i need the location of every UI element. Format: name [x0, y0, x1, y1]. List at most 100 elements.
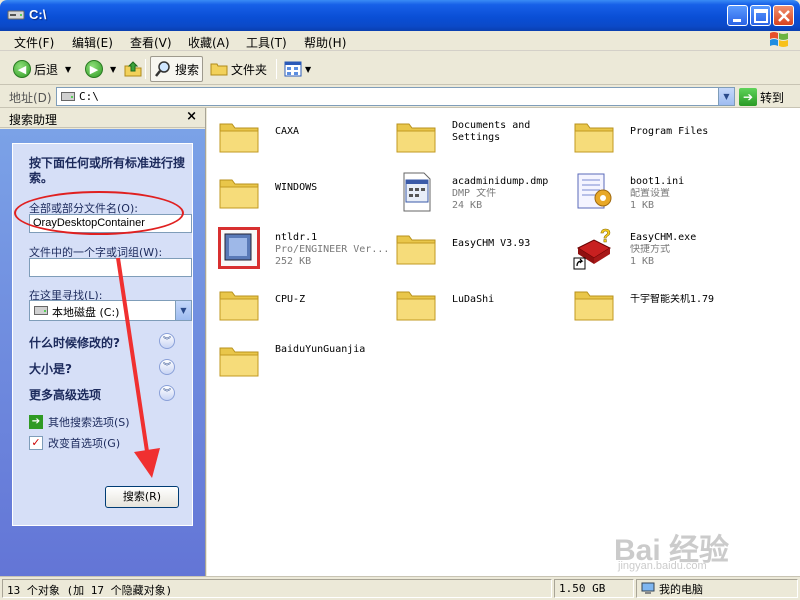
- address-value: C:\: [79, 90, 99, 103]
- file-item[interactable]: CAXA: [217, 114, 387, 162]
- views-icon: [284, 61, 302, 77]
- file-item[interactable]: LuDaShi: [394, 282, 564, 330]
- address-label: 地址(D): [9, 91, 52, 105]
- file-type: DMP 文件: [452, 188, 497, 199]
- folder-icon: [572, 282, 616, 326]
- shortcut-file-icon: ?: [572, 226, 616, 270]
- menu-edit[interactable]: 编辑(E): [72, 34, 113, 51]
- status-location: 我的电脑: [636, 579, 798, 598]
- status-size-text: 1.50 GB: [559, 582, 606, 595]
- file-item[interactable]: Program Files: [572, 114, 742, 162]
- back-dropdown-icon[interactable]: ▼: [65, 65, 71, 74]
- checkmark-icon: ✓: [29, 436, 43, 450]
- file-size: 1 KB: [630, 200, 655, 211]
- file-type: 快捷方式: [630, 244, 670, 255]
- search-pane-header: 搜索助理 ×: [0, 108, 205, 128]
- window-title: C:\: [29, 7, 47, 22]
- file-name: BaiduYunGuanjia: [275, 344, 365, 355]
- search-intro: 按下面任何或所有标准进行搜索。: [29, 156, 186, 185]
- section-advanced[interactable]: 更多高级选项: [29, 386, 101, 403]
- my-computer-icon: [641, 582, 655, 594]
- dmp-file-icon: [394, 170, 438, 214]
- title-bar[interactable]: C:\: [0, 0, 800, 31]
- up-folder-button[interactable]: [120, 56, 146, 82]
- file-details: acadminidump.dmp DMP 文件 24 KB: [452, 176, 570, 212]
- folder-icon: [210, 63, 228, 76]
- file-name: EasyCHM.exe: [630, 232, 697, 243]
- chevron-down-icon[interactable]: ▼: [175, 301, 191, 320]
- file-type: 配置设置: [630, 188, 670, 199]
- folders-label: 文件夹: [231, 62, 268, 77]
- file-item[interactable]: ntldr.1 Pro/ENGINEER Ver... 252 KB: [217, 226, 389, 274]
- menu-help[interactable]: 帮助(H): [304, 34, 346, 51]
- file-item[interactable]: 千宇智能关机1.79: [572, 282, 742, 330]
- expand-chevron-icon[interactable]: ︾: [159, 333, 175, 349]
- file-details: ntldr.1 Pro/ENGINEER Ver... 252 KB: [275, 232, 393, 268]
- menu-bar: 文件(F) 编辑(E) 查看(V) 收藏(A) 工具(T) 帮助(H): [0, 31, 800, 51]
- toolbar-separator: [145, 59, 146, 79]
- file-item[interactable]: EasyCHM V3.93: [394, 226, 564, 274]
- other-search-options-link[interactable]: ➔ 其他搜索选项(S): [29, 414, 130, 430]
- maximize-button[interactable]: [750, 5, 771, 26]
- arrow-right-icon: ➔: [29, 415, 43, 429]
- status-objects: 13 个对象 (加 17 个隐藏对象): [2, 579, 552, 598]
- svg-text:?: ?: [600, 226, 611, 246]
- file-details: boot1.ini 配置设置 1 KB: [630, 176, 748, 212]
- look-in-select[interactable]: 本地磁盘 (C:) ▼: [29, 300, 192, 321]
- windows-logo-icon: [770, 32, 788, 47]
- file-details: EasyCHM.exe 快捷方式 1 KB: [630, 232, 748, 268]
- forward-button[interactable]: ▶ ▼: [82, 56, 119, 82]
- file-name: boot1.ini: [630, 176, 685, 187]
- file-type: Pro/ENGINEER Ver...: [275, 244, 390, 255]
- folders-button[interactable]: 文件夹: [207, 56, 270, 82]
- content-input[interactable]: [29, 258, 192, 277]
- go-button[interactable]: ➔ 转到: [739, 87, 784, 107]
- forward-dropdown-icon[interactable]: ▼: [110, 65, 116, 74]
- drive-icon: [61, 92, 75, 101]
- address-input[interactable]: C:\ ▼: [56, 87, 735, 106]
- back-arrow-icon: ◀: [13, 60, 31, 78]
- file-name: ntldr.1: [275, 232, 318, 243]
- file-item[interactable]: acadminidump.dmp DMP 文件 24 KB: [394, 170, 564, 218]
- back-label: 后退: [34, 62, 59, 77]
- close-icon[interactable]: ×: [186, 109, 197, 124]
- file-name: Documents and Settings: [452, 120, 531, 143]
- forward-arrow-icon: ▶: [85, 60, 103, 78]
- file-item[interactable]: CPU-Z: [217, 282, 387, 330]
- proe-file-icon: [217, 226, 261, 270]
- file-name: acadminidump.dmp: [452, 176, 549, 187]
- menu-favorites[interactable]: 收藏(A): [188, 34, 230, 51]
- file-item[interactable]: WINDOWS: [217, 170, 387, 218]
- other-search-options-label: 其他搜索选项(S): [48, 416, 130, 429]
- folder-icon: [217, 114, 261, 158]
- search-button[interactable]: 搜索: [150, 56, 204, 82]
- menu-view[interactable]: 查看(V): [130, 34, 172, 51]
- section-size[interactable]: 大小是?: [29, 360, 72, 377]
- status-size: 1.50 GB: [554, 579, 634, 598]
- back-button[interactable]: ◀ 后退 ▼: [10, 56, 74, 82]
- file-name: 千宇智能关机1.79: [630, 294, 715, 305]
- search-pane-title: 搜索助理: [9, 113, 58, 127]
- file-item[interactable]: Documents and Settings: [394, 114, 564, 162]
- minimize-button[interactable]: [727, 5, 748, 26]
- file-item[interactable]: boot1.ini 配置设置 1 KB: [572, 170, 742, 218]
- file-size: 24 KB: [452, 200, 483, 211]
- close-button[interactable]: [773, 5, 794, 26]
- file-size: 252 KB: [275, 256, 312, 267]
- drive-icon: [7, 10, 25, 20]
- file-item[interactable]: BaiduYunGuanjia: [217, 338, 387, 386]
- address-dropdown-icon[interactable]: ▼: [718, 88, 734, 105]
- go-arrow-icon: ➔: [739, 88, 757, 106]
- start-search-button[interactable]: 搜索(R): [105, 486, 179, 508]
- file-item[interactable]: ? EasyCHM.exe 快捷方式 1 KB: [572, 226, 742, 274]
- section-when-modified[interactable]: 什么时候修改的?: [29, 334, 120, 351]
- expand-chevron-icon[interactable]: ︾: [159, 359, 175, 375]
- menu-file[interactable]: 文件(F): [14, 34, 54, 51]
- change-preferences-link[interactable]: ✓ 改变首选项(G): [29, 435, 120, 451]
- folder-icon: [394, 282, 438, 326]
- file-name: Program Files: [630, 126, 709, 137]
- menu-tools[interactable]: 工具(T): [246, 34, 287, 51]
- views-button[interactable]: ▼: [281, 56, 314, 82]
- look-in-value: 本地磁盘 (C:): [52, 306, 120, 319]
- expand-chevron-icon[interactable]: ︾: [159, 385, 175, 401]
